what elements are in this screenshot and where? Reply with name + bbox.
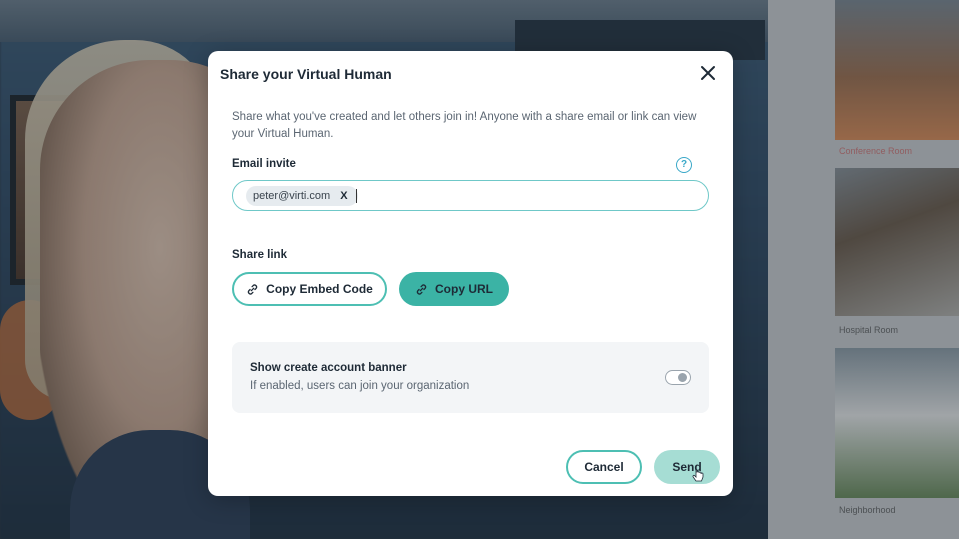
hand-cursor-icon: [692, 469, 704, 482]
share-link-label: Share link: [232, 249, 287, 261]
close-button[interactable]: [698, 63, 718, 83]
account-banner-toggle[interactable]: [665, 370, 691, 385]
account-banner-title: Show create account banner: [250, 362, 407, 374]
email-invite-input[interactable]: peter@virti.com X: [232, 180, 709, 211]
email-chip-text: peter@virti.com: [253, 190, 331, 202]
question-circle-icon[interactable]: ?: [676, 157, 692, 173]
copy-url-button[interactable]: Copy URL: [399, 272, 509, 306]
send-button[interactable]: Send: [654, 450, 720, 484]
account-banner-subtitle: If enabled, users can join your organiza…: [250, 380, 470, 392]
copy-embed-code-label: Copy Embed Code: [266, 282, 373, 296]
share-modal: Share your Virtual Human Share what you'…: [208, 51, 733, 496]
toggle-knob: [678, 372, 687, 382]
modal-description: Share what you've created and let others…: [232, 111, 697, 140]
email-chip: peter@virti.com X: [246, 186, 358, 206]
copy-embed-code-button[interactable]: Copy Embed Code: [232, 272, 387, 306]
copy-url-label: Copy URL: [435, 282, 493, 296]
text-caret: [356, 189, 357, 203]
email-invite-label: Email invite: [232, 158, 296, 170]
link-icon: [247, 283, 258, 295]
link-icon: [416, 283, 427, 295]
close-icon: [701, 66, 715, 80]
modal-title: Share your Virtual Human: [220, 66, 392, 82]
chip-remove-icon[interactable]: X: [340, 186, 347, 206]
account-banner-setting: Show create account banner If enabled, u…: [232, 342, 709, 413]
cancel-button[interactable]: Cancel: [566, 450, 642, 484]
